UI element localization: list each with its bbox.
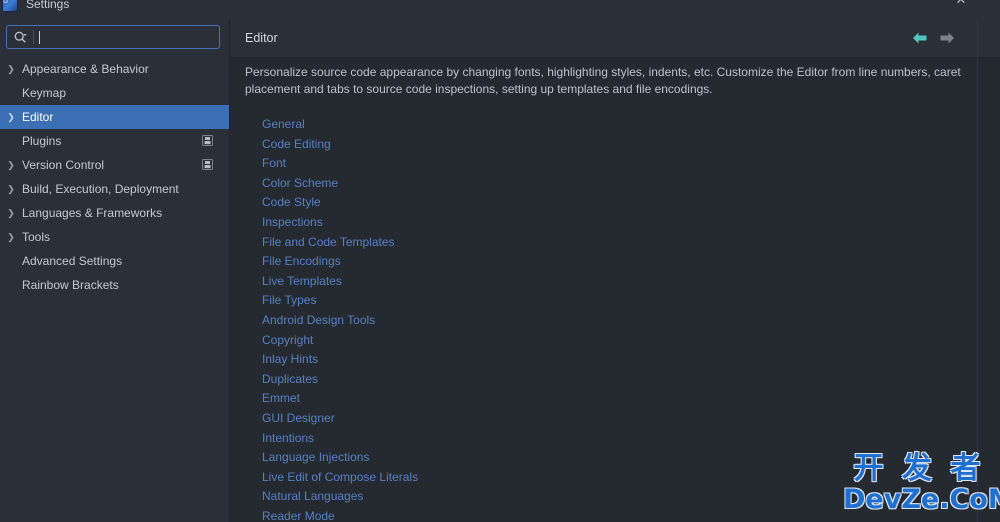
sidebar-item-languages-frameworks[interactable]: ❯ Languages & Frameworks — [0, 201, 229, 225]
sidebar-item-label: Languages & Frameworks — [22, 206, 163, 220]
link-live-edit-of-compose-literals[interactable]: Live Edit of Compose Literals — [262, 468, 418, 488]
link-reader-mode[interactable]: Reader Mode — [262, 507, 335, 522]
link-copyright[interactable]: Copyright — [262, 331, 313, 351]
sidebar-item-rainbow-brackets[interactable]: Rainbow Brackets — [0, 273, 229, 297]
search-icon — [14, 31, 27, 43]
link-inlay-hints[interactable]: Inlay Hints — [262, 350, 318, 370]
sidebar-item-label: Editor — [22, 110, 54, 124]
link-language-injections[interactable]: Language Injections — [262, 448, 369, 468]
chevron-right-icon[interactable]: ❯ — [6, 57, 16, 81]
settings-content: Editor Personalize source code appearanc… — [230, 19, 1000, 522]
link-natural-languages[interactable]: Natural Languages — [262, 487, 363, 507]
link-duplicates[interactable]: Duplicates — [262, 370, 318, 390]
search-separator — [33, 30, 34, 44]
settings-sidebar: ❯ Appearance & Behavior Keymap ❯ Editor Plugi… — [0, 19, 230, 522]
content-header: Editor — [230, 19, 1000, 58]
link-color-scheme[interactable]: Color Scheme — [262, 174, 338, 194]
sidebar-item-editor[interactable]: ❯ Editor — [0, 105, 229, 129]
sidebar-item-plugins[interactable]: Plugins — [0, 129, 229, 153]
chevron-right-icon[interactable]: ❯ — [6, 225, 16, 249]
chevron-right-icon[interactable]: ❯ — [6, 201, 16, 225]
sidebar-item-label: Version Control — [22, 158, 105, 172]
link-android-design-tools[interactable]: Android Design Tools — [262, 311, 375, 331]
link-code-style[interactable]: Code Style — [262, 193, 321, 213]
link-emmet[interactable]: Emmet — [262, 389, 300, 409]
link-gui-designer[interactable]: GUI Designer — [262, 409, 335, 429]
close-icon[interactable]: ✕ — [947, 0, 975, 10]
search-box[interactable] — [6, 25, 220, 50]
link-file-and-code-templates[interactable]: File and Code Templates — [262, 233, 395, 253]
plugin-badge-icon — [202, 135, 213, 146]
editor-subpage-links: General Code Editing Font Color Scheme Code … — [262, 115, 762, 522]
sidebar-item-label: Build, Execution, Deployment — [22, 182, 179, 196]
chevron-right-icon[interactable]: ❯ — [6, 153, 16, 177]
sidebar-item-label: Plugins — [22, 134, 62, 148]
link-code-editing[interactable]: Code Editing — [262, 135, 331, 155]
sidebar-item-build-execution-deployment[interactable]: ❯ Build, Execution, Deployment — [0, 177, 229, 201]
window-title: Settings — [26, 0, 70, 11]
arrow-right-icon — [940, 32, 954, 44]
link-live-templates[interactable]: Live Templates — [262, 272, 342, 292]
intellij-icon — [2, 0, 18, 12]
sidebar-item-advanced-settings[interactable]: Advanced Settings — [0, 249, 229, 273]
settings-tree: ❯ Appearance & Behavior Keymap ❯ Editor Plugi… — [0, 57, 229, 297]
sidebar-item-label: Appearance & Behavior — [22, 62, 149, 76]
link-general[interactable]: General — [262, 115, 305, 135]
chevron-right-icon[interactable]: ❯ — [6, 177, 16, 201]
sidebar-item-label: Keymap — [22, 86, 67, 100]
sidebar-item-label: Rainbow Brackets — [22, 278, 119, 292]
arrow-left-icon[interactable] — [911, 30, 929, 46]
sidebar-item-appearance-behavior[interactable]: ❯ Appearance & Behavior — [0, 57, 229, 81]
link-font[interactable]: Font — [262, 154, 286, 174]
sidebar-item-label: Advanced Settings — [22, 254, 123, 268]
link-file-types[interactable]: File Types — [262, 291, 316, 311]
page-description: Personalize source code appearance by ch… — [245, 65, 961, 96]
settings-window: Settings ✕ ❯Appearance & BehaviorKeymap❯… — [0, 0, 1000, 522]
link-intentions[interactable]: Intentions — [262, 429, 314, 449]
chevron-right-icon[interactable]: ❯ — [6, 105, 16, 129]
sidebar-item-version-control[interactable]: ❯ Version Control — [0, 153, 229, 177]
link-inspections[interactable]: Inspections — [262, 213, 323, 233]
sidebar-item-label: Tools — [22, 230, 51, 244]
plugin-badge-icon — [202, 159, 213, 170]
sidebar-item-keymap[interactable]: Keymap — [0, 81, 229, 105]
right-divider — [977, 19, 978, 522]
sidebar-item-tools[interactable]: ❯ Tools — [0, 225, 229, 249]
window-titlebar: Settings ✕ — [0, 0, 1000, 20]
search-input[interactable] — [38, 26, 220, 50]
page-title: Editor — [245, 31, 278, 45]
link-file-encodings[interactable]: File Encodings — [262, 252, 341, 272]
